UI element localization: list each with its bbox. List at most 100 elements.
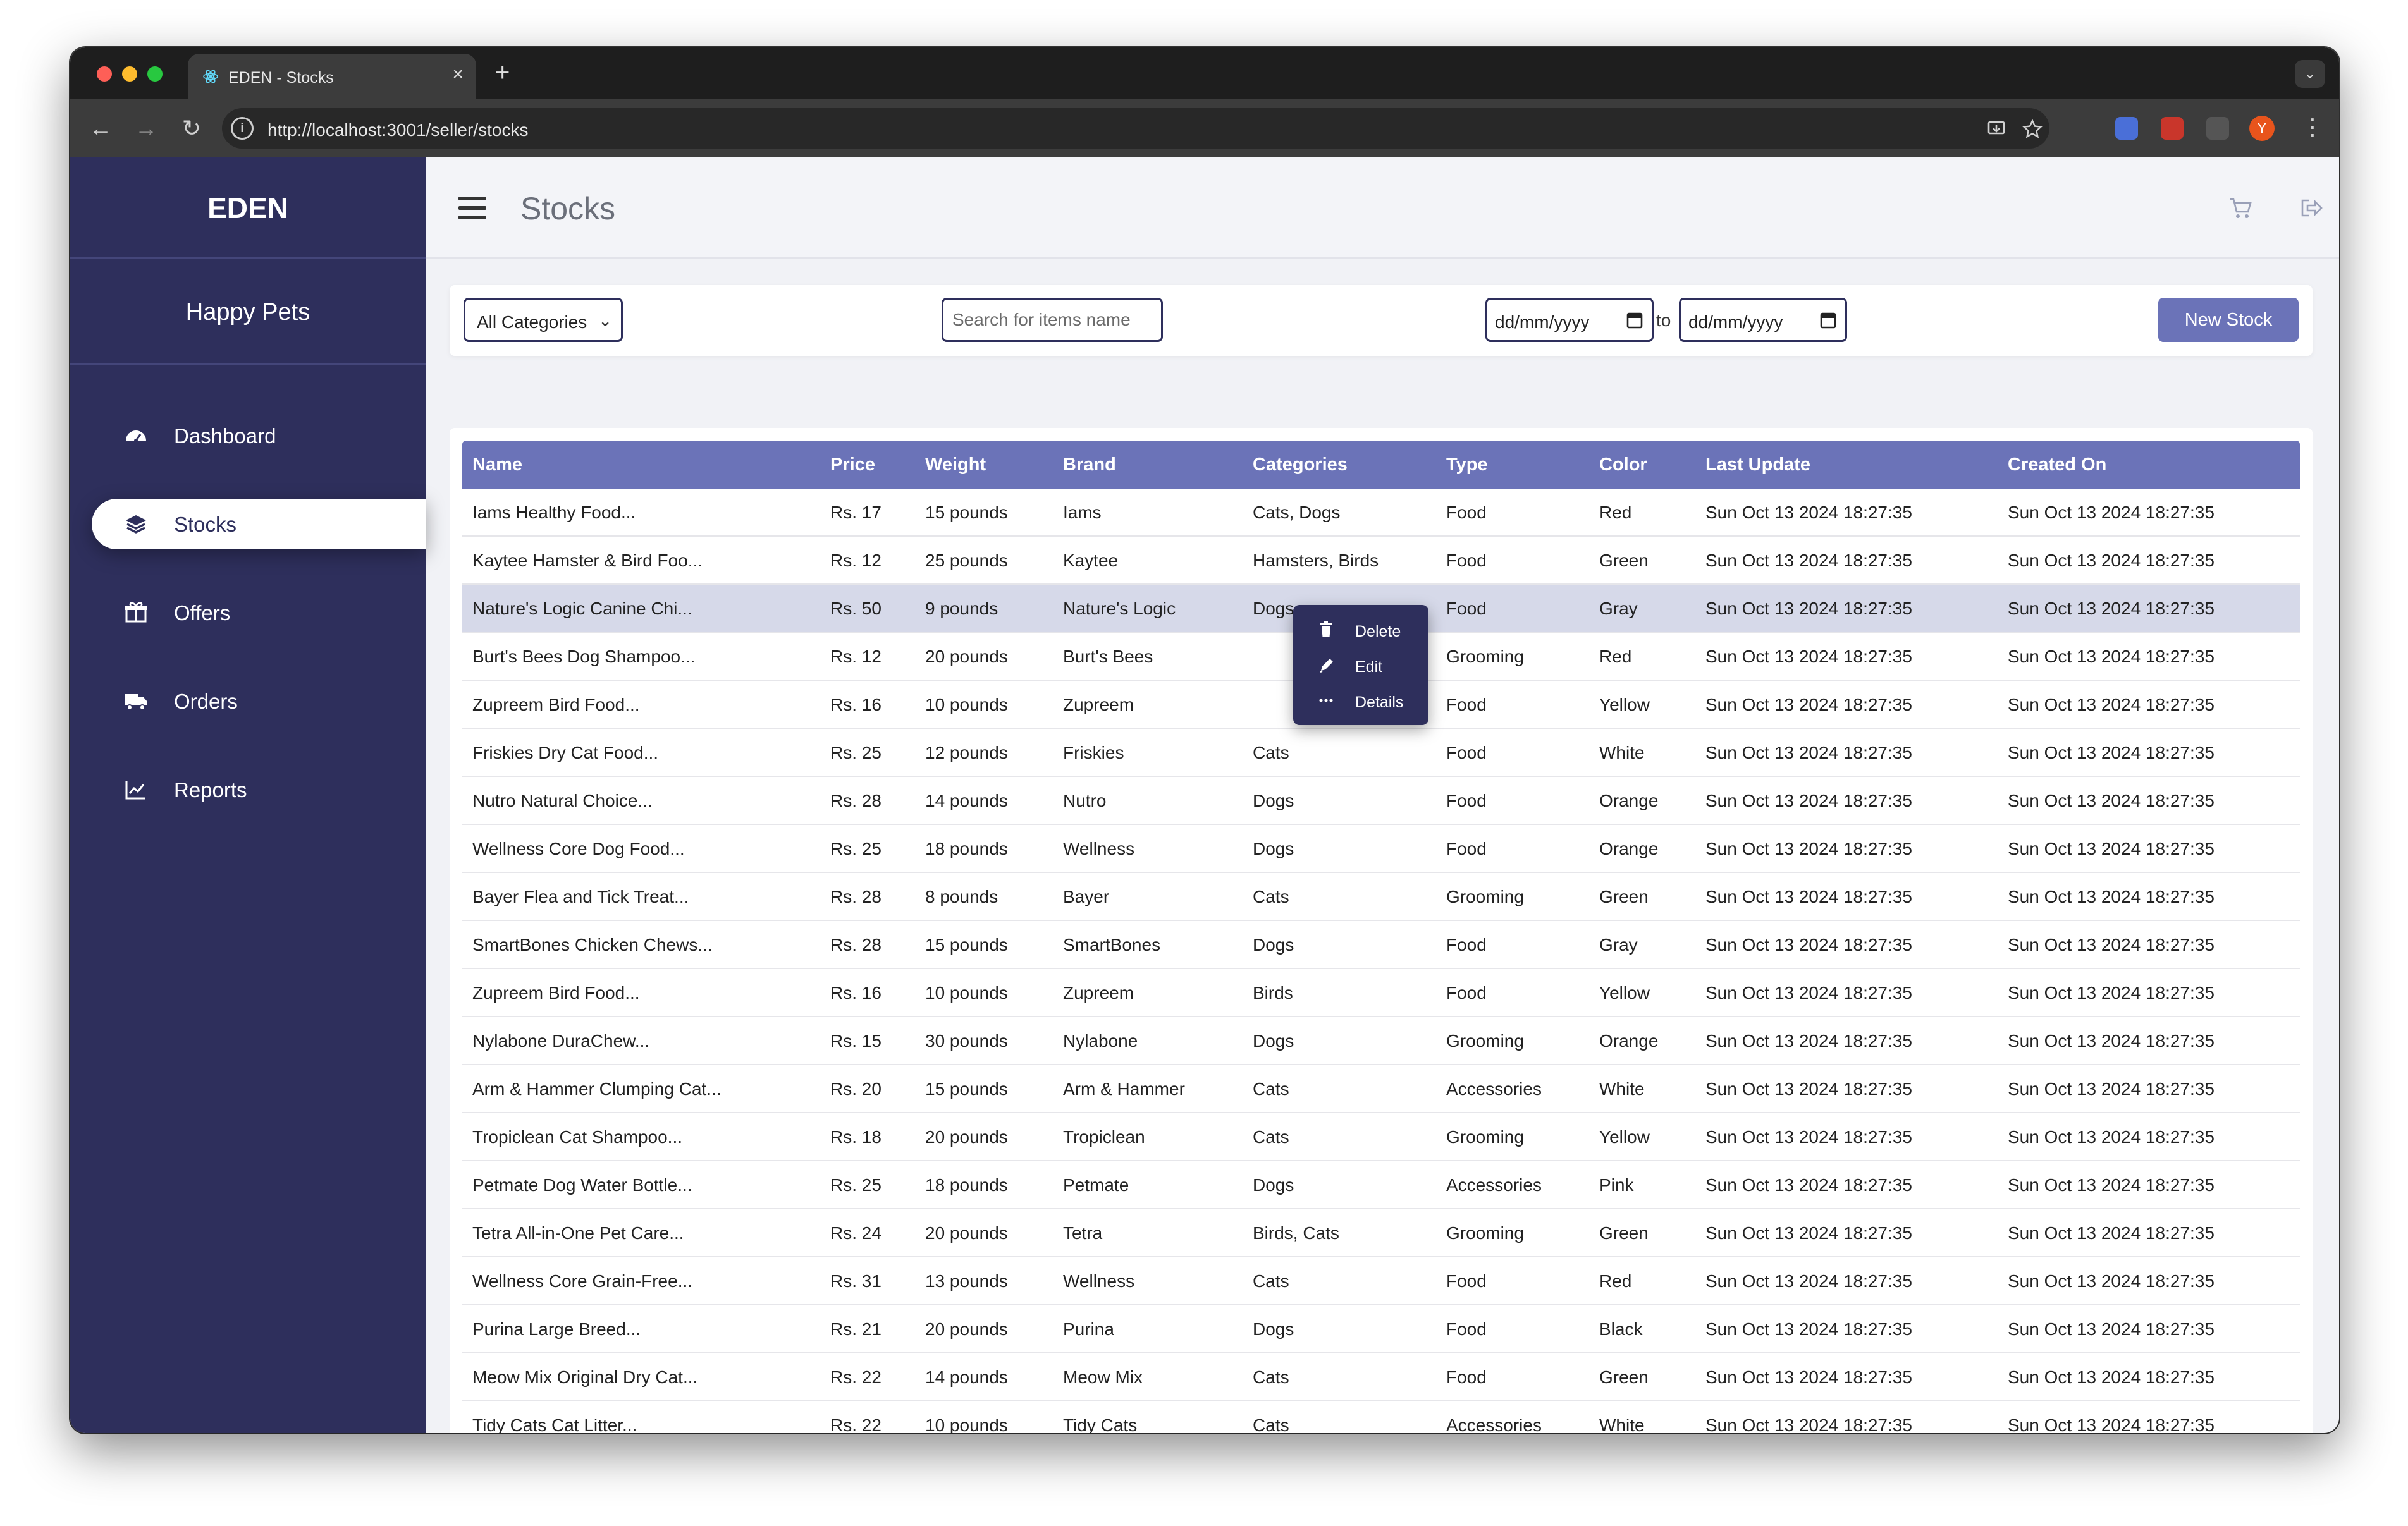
table-row[interactable]: Kaytee Hamster & Bird Foo... Rs. 12 25 pou… xyxy=(462,537,2300,585)
reload-icon[interactable]: ↻ xyxy=(178,114,206,142)
date-to-field[interactable]: dd/mm/yyyy xyxy=(1679,298,1847,342)
table-cell: Dogs xyxy=(1253,1031,1294,1051)
table-cell: Sun Oct 13 2024 18:27:35 xyxy=(1705,791,1912,810)
table-cell: Accessories xyxy=(1446,1079,1542,1099)
back-arrow-icon[interactable]: ← xyxy=(87,114,114,142)
table-row[interactable]: Wellness Core Grain-Free... Rs. 31 13 poun… xyxy=(462,1257,2300,1305)
calendar-icon[interactable] xyxy=(1626,311,1643,329)
extension-screen-icon[interactable] xyxy=(2115,117,2138,140)
table-cell: Grooming xyxy=(1446,647,1524,666)
table-cell: Rs. 12 xyxy=(830,647,882,666)
table-cell: Grooming xyxy=(1446,887,1524,906)
table-cell: Rs. 31 xyxy=(830,1271,882,1291)
table-cell: Yellow xyxy=(1599,695,1650,714)
table-row[interactable]: Tidy Cats Cat Litter... Rs. 22 10 pounds Ti… xyxy=(462,1401,2300,1433)
table-cell: Food xyxy=(1446,935,1487,955)
table-row[interactable]: Nutro Natural Choice... Rs. 28 14 pounds Nu… xyxy=(462,777,2300,825)
column-header[interactable]: Name xyxy=(472,455,522,475)
column-header[interactable]: Weight xyxy=(925,455,986,475)
extension-c-icon[interactable] xyxy=(2206,117,2229,140)
table-row[interactable]: Wellness Core Dog Food... Rs. 25 18 pounds… xyxy=(462,825,2300,873)
column-header[interactable]: Type xyxy=(1446,455,1488,475)
table-row[interactable]: Meow Mix Original Dry Cat... Rs. 22 14 pou… xyxy=(462,1353,2300,1401)
logout-icon[interactable] xyxy=(2299,195,2324,221)
column-header[interactable]: Price xyxy=(830,455,875,475)
edit-menu-item[interactable]: Edit xyxy=(1293,649,1428,682)
table-cell: Sun Oct 13 2024 18:27:35 xyxy=(2008,887,2214,906)
table-cell: Zupreem Bird Food... xyxy=(472,695,640,714)
column-header[interactable]: Created On xyxy=(2008,455,2106,475)
address-url[interactable]: http://localhost:3001/seller/stocks xyxy=(267,120,528,140)
date-from-field[interactable]: dd/mm/yyyy xyxy=(1485,298,1654,342)
sidebar-item-label: Dashboard xyxy=(174,424,276,448)
details-menu-item[interactable]: Details xyxy=(1293,685,1428,717)
cart-icon[interactable] xyxy=(2228,195,2253,221)
minimize-window-button[interactable] xyxy=(122,66,137,82)
table-cell: Food xyxy=(1446,1319,1487,1339)
table-cell: Petmate xyxy=(1063,1175,1129,1195)
table-cell: Cats xyxy=(1253,743,1289,762)
zoom-window-button[interactable] xyxy=(147,66,163,82)
table-row[interactable]: Petmate Dog Water Bottle... Rs. 25 18 poun… xyxy=(462,1161,2300,1209)
table-cell: 15 pounds xyxy=(925,503,1008,522)
table-cell: Birds xyxy=(1253,983,1293,1003)
search-input[interactable] xyxy=(942,298,1163,342)
table-cell: Cats xyxy=(1253,887,1289,906)
table-cell: Rs. 18 xyxy=(830,1127,882,1147)
column-header[interactable]: Last Update xyxy=(1705,455,1810,475)
extension-capture-icon[interactable] xyxy=(2161,117,2184,140)
table-row[interactable]: Friskies Dry Cat Food... Rs. 25 12 pounds F… xyxy=(462,729,2300,777)
new-tab-button[interactable]: + xyxy=(495,60,510,85)
tab-title: EDEN - Stocks xyxy=(228,69,334,87)
bookmark-star-icon[interactable] xyxy=(2022,118,2043,140)
table-cell: Tetra xyxy=(1063,1223,1103,1243)
close-window-button[interactable] xyxy=(97,66,112,82)
table-cell: Food xyxy=(1446,1271,1487,1291)
table-row[interactable]: Tetra All-in-One Pet Care... Rs. 24 20 pou… xyxy=(462,1209,2300,1257)
table-row[interactable]: Arm & Hammer Clumping Cat... Rs. 20 15 pou… xyxy=(462,1065,2300,1113)
calendar-icon[interactable] xyxy=(1820,311,1836,329)
hamburger-menu-icon[interactable] xyxy=(458,197,486,219)
sidebar-item-dashboard[interactable]: Dashboard xyxy=(92,410,426,461)
browser-tab[interactable]: EDEN - Stocks × xyxy=(188,54,476,99)
stocks-table: Name Price Weight Brand Categories Type Color L… xyxy=(450,428,2313,1433)
browser-menu-icon[interactable]: ⋮ xyxy=(2301,113,2324,141)
column-header[interactable]: Categories xyxy=(1253,455,1348,475)
sidebar-item-stocks[interactable]: Stocks xyxy=(92,499,426,549)
table-row[interactable]: Nylabone DuraChew... Rs. 15 30 pounds Nylab… xyxy=(462,1017,2300,1065)
table-cell: Sun Oct 13 2024 18:27:35 xyxy=(2008,1415,2214,1433)
tab-strip: EDEN - Stocks × + ⌄ xyxy=(70,47,2339,99)
category-select[interactable]: All Categories ⌄ xyxy=(464,298,623,342)
table-cell: Orange xyxy=(1599,839,1659,858)
profile-avatar[interactable]: Y xyxy=(2249,116,2275,141)
table-cell: Burt's Bees xyxy=(1063,647,1153,666)
table-row[interactable]: SmartBones Chicken Chews... Rs. 28 15 poun… xyxy=(462,921,2300,969)
truck-icon xyxy=(125,694,147,711)
table-row[interactable]: Iams Healthy Food... Rs. 17 15 pounds Iams C… xyxy=(462,489,2300,537)
new-stock-button[interactable]: New Stock xyxy=(2158,298,2299,342)
table-cell: 15 pounds xyxy=(925,1079,1008,1099)
page-title: Stocks xyxy=(520,191,616,226)
site-info-icon[interactable]: i xyxy=(231,117,254,140)
table-cell: Sun Oct 13 2024 18:27:35 xyxy=(2008,839,2214,858)
table-cell: 10 pounds xyxy=(925,1415,1008,1433)
table-cell: 20 pounds xyxy=(925,1223,1008,1243)
delete-menu-item[interactable]: Delete xyxy=(1293,614,1428,647)
table-row[interactable]: Zupreem Bird Food... Rs. 16 10 pounds Zupre… xyxy=(462,969,2300,1017)
table-row[interactable]: Purina Large Breed... Rs. 21 20 pounds Puri… xyxy=(462,1305,2300,1353)
column-header[interactable]: Brand xyxy=(1063,455,1116,475)
sidebar-item-reports[interactable]: Reports xyxy=(92,764,426,815)
address-bar[interactable]: i http://localhost:3001/seller/stocks xyxy=(222,108,2049,149)
tab-close-icon[interactable]: × xyxy=(452,65,464,84)
sidebar-item-offers[interactable]: Offers xyxy=(92,587,426,638)
tab-search-button[interactable]: ⌄ xyxy=(2295,60,2325,88)
column-header[interactable]: Color xyxy=(1599,455,1647,475)
brand-logo[interactable]: EDEN xyxy=(70,157,426,259)
table-row[interactable]: Tropiclean Cat Shampoo... Rs. 18 20 pounds… xyxy=(462,1113,2300,1161)
install-app-icon[interactable] xyxy=(1986,118,2008,140)
table-row[interactable]: Bayer Flea and Tick Treat... Rs. 28 8 poun… xyxy=(462,873,2300,921)
forward-arrow-icon[interactable]: → xyxy=(132,114,160,142)
table-cell: Black xyxy=(1599,1319,1643,1339)
sidebar-item-orders[interactable]: Orders xyxy=(92,676,426,726)
table-cell: Nutro Natural Choice... xyxy=(472,791,653,810)
